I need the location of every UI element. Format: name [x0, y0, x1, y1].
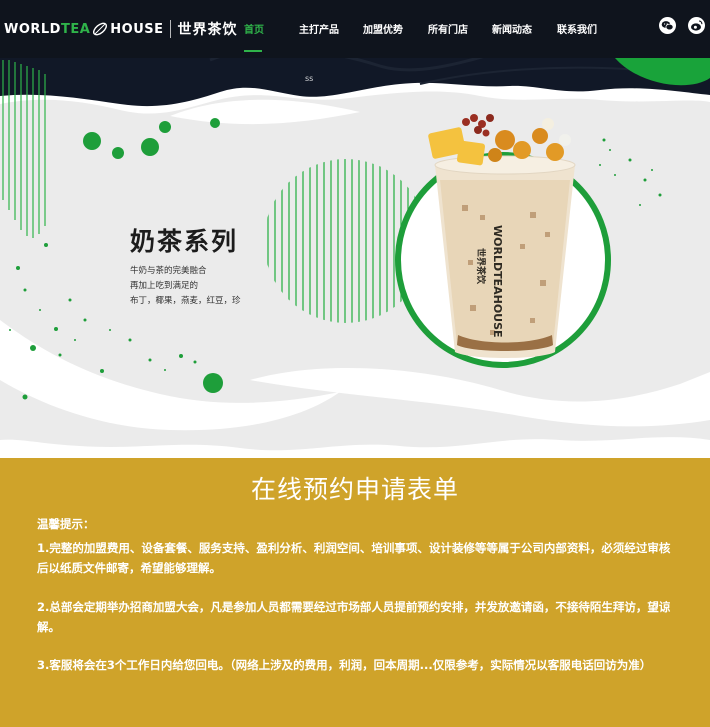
- tip-item: 1.完整的加盟费用、设备套餐、服务支持、盈利分析、利润空间、培训事项、设计装修等…: [37, 541, 671, 575]
- tip-item: 2.总部会定期举办招商加盟大会，凡是参加人员都需要经过市场部人员提前预约安排，并…: [37, 600, 671, 634]
- nav-item-products[interactable]: 主打产品: [299, 21, 339, 36]
- hero-desc-line: 布丁，椰果，燕麦，红豆，珍: [130, 296, 241, 306]
- hero-desc-line: 再加上吃到满足的: [130, 281, 199, 291]
- brand-logo[interactable]: WORLDTEA HOUSE 世界茶饮: [4, 15, 238, 43]
- tips-label: 温馨提示：: [37, 517, 95, 531]
- top-navigation-bar: WORLDTEA HOUSE 世界茶饮 首页 主打产品 加盟优势 所有门店 新闻…: [0, 0, 710, 58]
- hero-description: 牛奶与茶的完美融合 再加上吃到满足的 布丁，椰果，燕麦，红豆，珍: [130, 264, 241, 309]
- cup-logo-text: WORLDTEAHOUSE: [491, 225, 504, 338]
- hero-title: 奶茶系列: [130, 227, 239, 256]
- application-form-section: 在线预约申请表单 温馨提示： 1.完整的加盟费用、设备套餐、服务支持、盈利分析、…: [0, 458, 710, 727]
- nav-item-franchise[interactable]: 加盟优势: [363, 21, 403, 36]
- weibo-icon[interactable]: [688, 17, 705, 34]
- logo-text: WORLDTEA: [4, 21, 91, 37]
- nav-item-home[interactable]: 首页: [244, 21, 264, 36]
- hero-small-mark: ss: [305, 74, 314, 83]
- logo-divider: [169, 20, 171, 38]
- logo-text-house: HOUSE: [110, 21, 164, 37]
- nav-item-stores[interactable]: 所有门店: [428, 21, 468, 36]
- tip-item: 3.客服将会在3个工作日内给您回电。（网络上涉及的费用，利润，回本周期...仅限…: [37, 658, 652, 672]
- leaf-icon: [93, 22, 108, 36]
- nav-item-contact[interactable]: 联系我们: [557, 21, 597, 36]
- logo-chinese: 世界茶饮: [177, 22, 238, 38]
- nav-active-indicator: [244, 50, 262, 52]
- nav-item-news[interactable]: 新闻动态: [492, 21, 532, 36]
- cup-logo-cn: 世界茶饮: [475, 248, 487, 285]
- hero-background: WORLDTEAHOUSE 世界茶饮: [0, 0, 710, 451]
- wechat-icon[interactable]: [659, 17, 676, 34]
- hero-desc-line: 牛奶与茶的完美融合: [130, 266, 207, 276]
- form-title: 在线预约申请表单: [250, 475, 459, 504]
- hero-banner: WORLDTEAHOUSE 世界茶饮 ss 奶茶系列 牛奶与茶的完美融合 再加上…: [0, 0, 710, 462]
